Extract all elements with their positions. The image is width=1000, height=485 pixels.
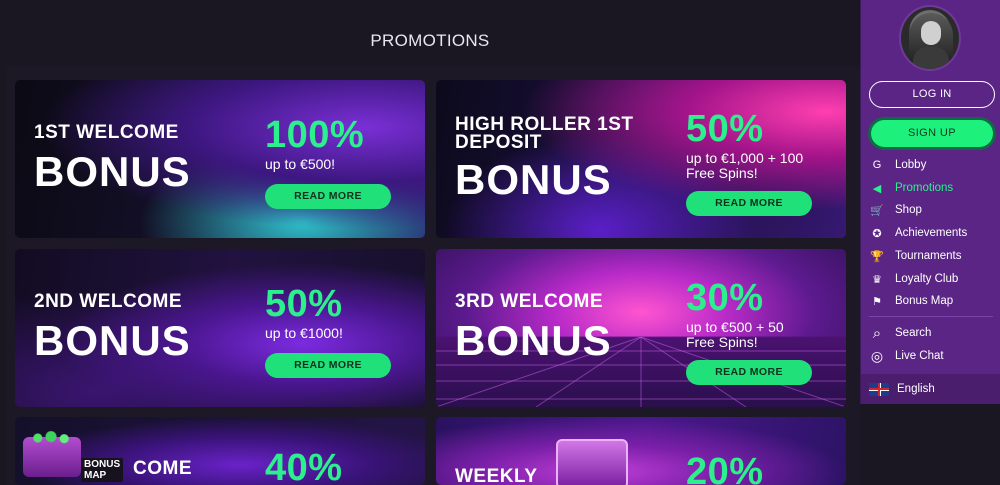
promo-headline: BONUS bbox=[34, 148, 191, 195]
lobby-icon: G bbox=[872, 159, 882, 171]
sidebar-item-lobby[interactable]: G Lobby bbox=[867, 155, 995, 175]
promo-description-line2: Free Spins! bbox=[686, 334, 758, 350]
sidebar-item-label: Promotions bbox=[895, 182, 954, 194]
trophy-icon: 🏆 bbox=[870, 250, 884, 263]
treasure-chest-image bbox=[23, 431, 81, 477]
promo-headline: BONUS bbox=[455, 317, 612, 364]
sidebar-item-label: Lobby bbox=[895, 159, 927, 171]
signup-button[interactable]: SIGN UP bbox=[871, 120, 993, 147]
promo-card-3rd-welcome[interactable]: 3RD WELCOME BONUS 30% up to €500 + 50 Fr… bbox=[436, 249, 846, 407]
read-more-button[interactable]: READ MORE bbox=[686, 191, 812, 216]
read-more-button[interactable]: READ MORE bbox=[265, 184, 391, 209]
medal-icon: ✪ bbox=[872, 227, 882, 240]
chat-icon: ◎ bbox=[870, 347, 884, 364]
language-label: English bbox=[897, 383, 935, 395]
promo-description: up to €1000! bbox=[265, 325, 343, 341]
promo-percent: 50% bbox=[265, 283, 343, 325]
sidebar-item-loyalty-club[interactable]: ♛ Loyalty Club bbox=[867, 269, 995, 289]
promo-description: up to €500! bbox=[265, 156, 336, 172]
promo-title: 3RD WELCOME bbox=[455, 291, 603, 312]
site-logo[interactable] bbox=[388, 0, 464, 8]
promo-card-high-roller[interactable]: HIGH ROLLER 1ST DEPOSIT BONUS 50% up to … bbox=[436, 80, 846, 238]
map-pin-icon: ⚑ bbox=[872, 295, 882, 308]
sidebar-item-achievements[interactable]: ✪ Achievements bbox=[867, 223, 995, 243]
main-content: PROMOTIONS 1ST WELCOME BONUS 100% up to … bbox=[0, 0, 860, 485]
promo-title: COME bbox=[133, 458, 192, 479]
sidebar-item-shop[interactable]: 🛒 Shop bbox=[867, 200, 995, 220]
megaphone-icon: ◀ bbox=[872, 182, 882, 195]
uk-flag-icon bbox=[869, 382, 889, 396]
promo-description: up to €500 + 50 bbox=[686, 319, 784, 335]
crown-icon: ♛ bbox=[872, 273, 882, 286]
page-title: PROMOTIONS bbox=[370, 31, 490, 50]
promo-percent: 50% bbox=[686, 108, 764, 150]
login-button[interactable]: LOG IN bbox=[869, 81, 995, 108]
sidebar-item-tournaments[interactable]: 🏆 Tournaments bbox=[867, 246, 995, 266]
promo-percent: 30% bbox=[686, 277, 764, 319]
promo-card-2nd-welcome[interactable]: 2ND WELCOME BONUS 50% up to €1000! READ … bbox=[15, 249, 425, 407]
promo-description-line2: Free Spins! bbox=[686, 165, 758, 181]
promo-title-line2: DEPOSIT bbox=[455, 132, 542, 153]
sidebar-item-label: Live Chat bbox=[895, 350, 944, 362]
divider bbox=[869, 316, 993, 317]
promo-headline: BONUS bbox=[455, 156, 612, 203]
sidebar: LOG IN SIGN UP G Lobby ◀ Promotions 🛒 Sh… bbox=[860, 0, 1000, 404]
sidebar-footer bbox=[860, 404, 1000, 485]
read-more-button[interactable]: READ MORE bbox=[265, 353, 391, 378]
sidebar-item-label: Shop bbox=[895, 204, 922, 216]
promo-description: up to €1,000 + 100 bbox=[686, 150, 804, 166]
promo-title: WEEKLY bbox=[455, 466, 538, 485]
promo-percent: 20% bbox=[686, 451, 764, 485]
avatar bbox=[899, 5, 961, 71]
language-selector[interactable]: English bbox=[861, 374, 1000, 404]
read-more-button[interactable]: READ MORE bbox=[686, 360, 812, 385]
promo-headline: BONUS bbox=[34, 317, 191, 364]
sidebar-item-label: Search bbox=[895, 327, 932, 339]
promo-title: 1ST WELCOME bbox=[34, 122, 179, 143]
sidebar-item-label: Bonus Map bbox=[895, 295, 954, 307]
sidebar-item-label: Tournaments bbox=[895, 250, 962, 262]
search-icon: ⌕ bbox=[872, 324, 882, 342]
promo-card-1st-welcome[interactable]: 1ST WELCOME BONUS 100% up to €500! READ … bbox=[15, 80, 425, 238]
promo-percent: 100% bbox=[265, 114, 365, 156]
bonus-map-badge: BONUS MAP bbox=[81, 458, 124, 482]
sidebar-item-label: Loyalty Club bbox=[895, 273, 959, 285]
promo-title: 2ND WELCOME bbox=[34, 291, 182, 312]
sidebar-item-promotions[interactable]: ◀ Promotions bbox=[867, 178, 995, 198]
promo-card-bonus-map[interactable]: BONUS MAP COME 40% bbox=[15, 417, 425, 485]
cart-icon: 🛒 bbox=[870, 204, 884, 217]
sidebar-item-search[interactable]: ⌕ Search bbox=[867, 323, 995, 343]
sidebar-item-bonus-map[interactable]: ⚑ Bonus Map bbox=[867, 291, 995, 311]
promo-percent: 40% bbox=[265, 447, 343, 485]
promo-card-weekly[interactable]: WEEKLY 20% bbox=[436, 417, 846, 485]
sidebar-item-live-chat[interactable]: ◎ Live Chat bbox=[867, 346, 995, 366]
sidebar-item-label: Achievements bbox=[895, 227, 968, 239]
treasure-chest-image bbox=[556, 439, 628, 485]
